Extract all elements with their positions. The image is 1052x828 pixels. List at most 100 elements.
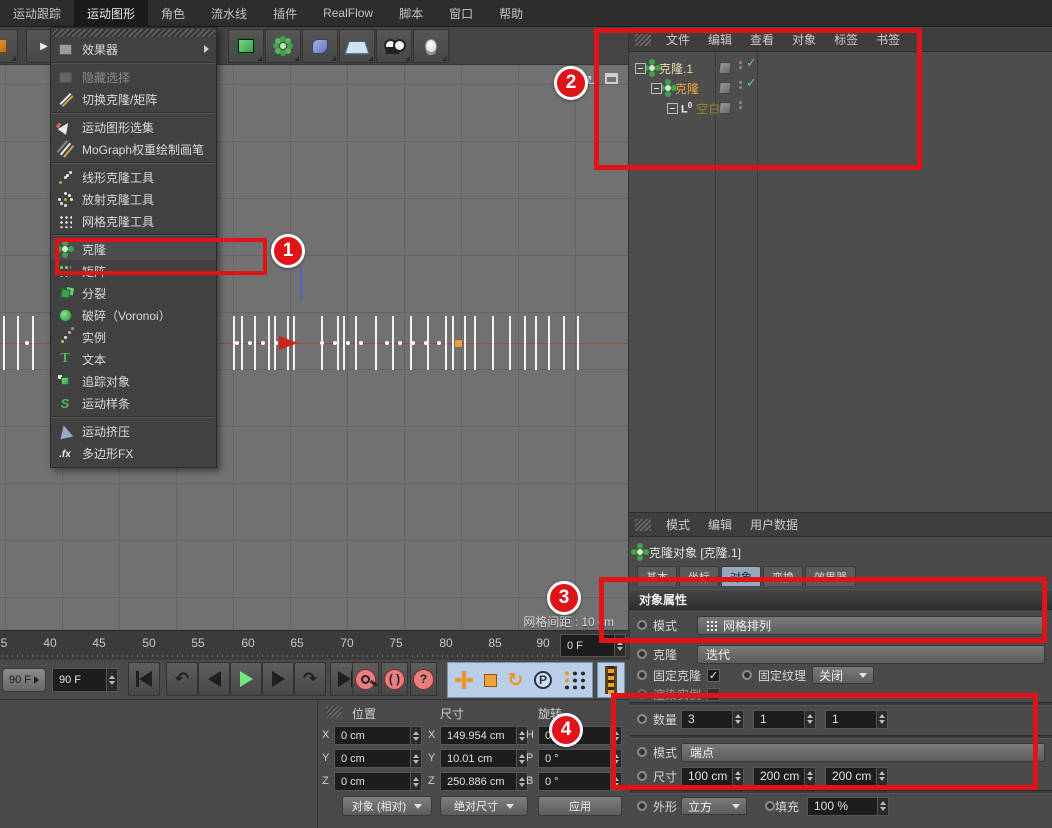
clone-line[interactable]	[355, 316, 357, 370]
record-scale-icon[interactable]	[484, 674, 497, 687]
clone-dropdown[interactable]: 迭代	[697, 645, 1045, 664]
menubar-item-脚本[interactable]: 脚本	[386, 0, 436, 26]
am-menu-编辑[interactable]: 编辑	[699, 516, 741, 533]
clone-line[interactable]	[452, 316, 454, 370]
spinner[interactable]	[410, 727, 421, 744]
menubar-item-插件[interactable]: 插件	[260, 0, 310, 26]
menu-item-切换克隆/矩阵[interactable]: 切换克隆/矩阵	[51, 88, 216, 110]
record-position-icon[interactable]	[455, 671, 473, 689]
size-x-field[interactable]: 149.954 cm	[440, 726, 528, 745]
next-key-button[interactable]: ↷	[294, 662, 326, 696]
menubar-item-角色[interactable]: 角色	[148, 0, 198, 26]
apply-button[interactable]: 应用	[538, 796, 622, 816]
toolbar-button-light[interactable]	[413, 29, 449, 63]
menu-item-破碎（Voronoi）[interactable]: 破碎（Voronoi）	[51, 304, 216, 326]
menubar-item-帮助[interactable]: 帮助	[486, 0, 536, 26]
clone-line[interactable]	[343, 316, 345, 370]
menu-item-放射克隆工具[interactable]: 放射克隆工具	[51, 188, 216, 210]
prev-frame-button[interactable]	[198, 662, 230, 696]
menubar-item-流水线[interactable]: 流水线	[198, 0, 260, 26]
menubar-item-RealFlow[interactable]: RealFlow	[310, 0, 386, 26]
spinner[interactable]	[877, 798, 888, 815]
rotation-p-field[interactable]: 0 °	[538, 749, 622, 768]
timeline-ruler[interactable]: 54045505560657075808590 0 F	[0, 630, 630, 660]
shape-dropdown[interactable]: 立方	[681, 797, 747, 815]
param-circle-icon[interactable]	[637, 649, 647, 659]
clone-line[interactable]	[563, 316, 565, 370]
menu-item-线形克隆工具[interactable]: 线形克隆工具	[51, 166, 216, 188]
menubar-item-运动跟踪[interactable]: 运动跟踪	[0, 0, 74, 26]
record-rotation-icon[interactable]: ↻	[508, 669, 524, 692]
spinner[interactable]	[410, 773, 421, 790]
menubar-item-窗口[interactable]: 窗口	[436, 0, 486, 26]
keyframe-selection-button[interactable]: ?	[410, 662, 437, 696]
clone-line[interactable]	[337, 316, 339, 370]
spinner[interactable]	[106, 669, 117, 691]
end-frame-field[interactable]: 90 F	[52, 668, 118, 692]
clone-line[interactable]	[464, 316, 466, 370]
clone-line[interactable]	[509, 316, 511, 370]
size-z-field[interactable]: 250.886 cm	[440, 772, 528, 791]
menu-item-运动图形选集[interactable]: 运动图形选集	[51, 116, 216, 138]
clone-line[interactable]	[3, 316, 5, 370]
clone-line[interactable]	[474, 316, 476, 370]
record-keyframe-button[interactable]	[352, 662, 379, 696]
clone-line[interactable]	[32, 316, 34, 370]
clone-line[interactable]	[535, 316, 537, 370]
param-circle-icon[interactable]	[637, 801, 647, 811]
record-pla-icon[interactable]	[563, 670, 585, 690]
size-y-field[interactable]: 10.01 cm	[440, 749, 528, 768]
coord-size-mode-button[interactable]: 绝对尺寸	[440, 796, 528, 816]
clone-line[interactable]	[254, 316, 256, 370]
clone-line[interactable]	[577, 316, 579, 370]
menu-item-网格克隆工具[interactable]: 网格克隆工具	[51, 210, 216, 232]
end-frame-button[interactable]: 90 F	[2, 668, 46, 692]
fill-field[interactable]: 100 %	[807, 797, 889, 816]
axis-arrow-icon[interactable]	[279, 336, 298, 350]
menubar-item-运动图形[interactable]: 运动图形	[74, 0, 148, 26]
rotation-b-field[interactable]: 0 °	[538, 772, 622, 791]
menu-item-运动样条[interactable]: 运动样条	[51, 392, 216, 414]
coord-mode-button[interactable]: 对象 (相对)	[342, 796, 432, 816]
autokey-button[interactable]: ( )	[381, 662, 408, 696]
clone-line[interactable]	[445, 316, 447, 370]
position-z-field[interactable]: 0 cm	[334, 772, 422, 791]
menu-tearoff-strip[interactable]	[52, 29, 215, 37]
menu-item-追踪对象[interactable]: 追踪对象	[51, 370, 216, 392]
position-x-field[interactable]: 0 cm	[334, 726, 422, 745]
clone-line[interactable]	[392, 316, 394, 370]
next-frame-button[interactable]	[262, 662, 294, 696]
clone-line[interactable]	[268, 316, 270, 370]
menu-item-多边形FX[interactable]: 多边形FX	[51, 442, 216, 464]
jump-start-button[interactable]	[128, 662, 160, 696]
toolbar-button-spline[interactable]	[302, 29, 338, 63]
spinner[interactable]	[410, 750, 421, 767]
drag-handle-icon[interactable]	[635, 519, 651, 531]
menu-item-分裂[interactable]: 分裂	[51, 282, 216, 304]
param-circle-icon[interactable]	[637, 670, 647, 680]
clone-line[interactable]	[492, 316, 494, 370]
clone-line[interactable]	[524, 316, 526, 370]
am-menu-用户数据[interactable]: 用户数据	[741, 516, 807, 533]
drag-handle-icon[interactable]	[326, 706, 342, 718]
clone-line[interactable]	[241, 316, 243, 370]
menu-item-文本[interactable]: 文本	[51, 348, 216, 370]
clone-line[interactable]	[375, 316, 377, 370]
am-menu-模式[interactable]: 模式	[657, 516, 699, 533]
fix-texture-dropdown[interactable]: 关闭	[812, 666, 874, 684]
toolbar-button-array[interactable]	[265, 29, 301, 63]
position-y-field[interactable]: 0 cm	[334, 749, 422, 768]
menu-item-实例[interactable]: 实例	[51, 326, 216, 348]
menu-item-MoGraph权重绘制画笔[interactable]: MoGraph权重绘制画笔	[51, 138, 216, 160]
param-circle-icon[interactable]	[765, 801, 775, 811]
play-button[interactable]	[230, 662, 262, 696]
clone-line[interactable]	[548, 316, 550, 370]
toolbar-button-floor[interactable]	[339, 29, 375, 63]
toolbar-button-partial[interactable]	[0, 29, 18, 63]
menu-item-运动挤压[interactable]: 运动挤压	[51, 420, 216, 442]
clone-line[interactable]	[17, 316, 19, 370]
fix-clone-checkbox[interactable]: ✓	[707, 669, 720, 682]
toolbar-button-object[interactable]	[228, 29, 264, 63]
record-parameter-icon[interactable]: P	[534, 671, 552, 689]
param-circle-icon[interactable]	[742, 670, 752, 680]
